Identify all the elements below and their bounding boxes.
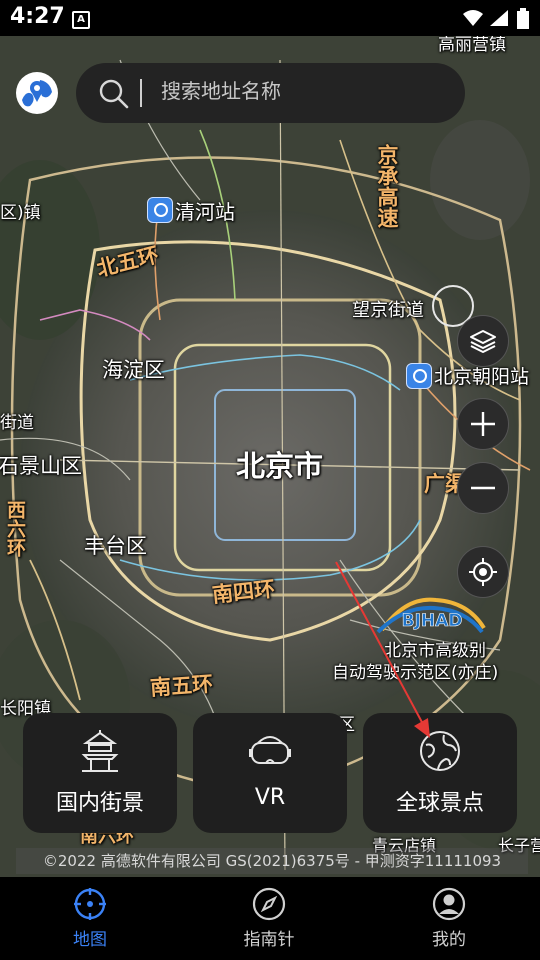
search-bar[interactable] [76,63,465,123]
pagoda-icon [81,730,119,772]
vr-button[interactable]: VR [193,713,347,833]
bjhad-text: BJHAD [402,611,463,631]
status-bar: 4:27 A [0,0,540,36]
station-icon [406,363,432,389]
map-label-zone-line2: 自动驾驶示范区(亦庄) [332,663,499,683]
globe-logo-icon[interactable] [14,70,60,116]
nav-item-compass[interactable]: 指南针 [209,887,329,950]
map-label-haidian: 海淀区 [102,358,165,382]
layers-button[interactable] [457,315,509,367]
globe-icon [420,731,460,771]
bottom-nav: 地图 指南针 我的 [0,877,540,960]
layers-icon [470,330,496,353]
map-label-shijingshan: 石景山区 [0,454,82,478]
nav-item-profile[interactable]: 我的 [389,887,509,950]
map-label-top: 高丽营镇 [438,36,506,55]
vr-headset-icon [249,736,291,764]
map-label-city: 北京市 [236,449,324,483]
wifi-icon [463,10,483,26]
map-label-wangjing: 望京街道 [352,300,424,321]
vr-label: VR [254,785,286,810]
locate-button[interactable] [457,546,509,598]
minus-icon [471,486,495,490]
bjhad-logo: BJHAD [376,597,486,634]
station-icon [147,197,173,223]
signal-icon [490,10,508,26]
map-label-ring5-south: 南五环 [149,671,214,701]
map-crosshair-icon [74,888,106,920]
plus-icon [471,412,495,436]
zoom-out-button[interactable] [457,462,509,514]
street-view-label: 国内街景 [55,791,144,816]
zoom-in-button[interactable] [457,398,509,450]
battery-icon [517,8,529,29]
user-icon [432,887,466,921]
map-label-fengtai: 丰台区 [84,534,147,558]
global-attractions-label: 全球景点 [395,791,484,816]
notification-a-icon: A [72,11,90,29]
map-label-west-ring: 西六环 [4,500,26,557]
map-label-jingcheng: 京承高速 [375,144,399,228]
global-attractions-button[interactable]: 全球景点 [363,713,517,833]
compass-icon [252,887,286,921]
nav-label-compass: 指南针 [243,930,295,950]
status-time: 4:27 [10,4,65,29]
street-view-button[interactable]: 国内街景 [23,713,177,833]
locate-icon [469,558,497,586]
map-label-left-town: 区)镇 [0,203,41,223]
nav-item-map[interactable]: 地图 [30,887,150,950]
map-label-qinghe: 清河站 [175,200,235,224]
nav-label-profile: 我的 [432,930,466,950]
search-divider [140,79,142,107]
search-input[interactable] [161,79,441,103]
nav-label-map: 地图 [73,930,107,950]
map-copyright: ©2022 高德软件有限公司 GS(2021)6375号 - 甲测资字11111… [16,848,528,874]
search-icon [99,79,129,109]
map-label-left-street: 街道 [0,413,34,433]
